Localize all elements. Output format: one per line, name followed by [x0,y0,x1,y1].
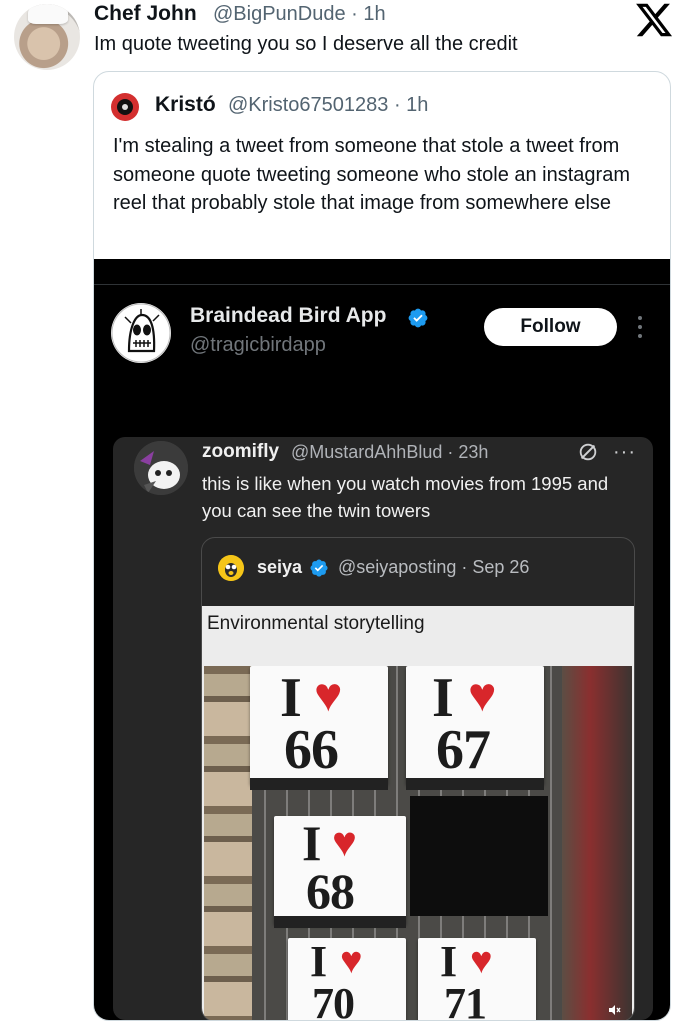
tweet-text: Im quote tweeting you so I deserve all t… [94,33,518,55]
photo-caption: Environmental storytelling [207,613,425,634]
quoted-author-name[interactable]: Kristó [155,93,216,117]
quoted-author-handle[interactable]: @Kristo67501283 · 1h [228,94,428,117]
greeting-card-66: I ♥ 66 [250,666,388,790]
verified-badge-icon [408,308,428,328]
verified-badge-icon [310,559,328,577]
author-name[interactable]: Chef John [94,2,197,26]
more-options-icon[interactable] [637,312,643,342]
embedded-tweet-screenshot: zoomifly @MustardAhhBlud · 23h ··· this … [113,437,653,1020]
greeting-card-68: I ♥ 68 [274,815,406,928]
avatar [218,555,244,581]
tweet-media-image[interactable]: Braindead Bird App @tragicbirdapp Follow… [94,259,670,1020]
account-name[interactable]: Braindead Bird App [190,304,386,328]
avatar [134,441,188,495]
chef-hat-graphic [28,4,68,24]
embedded-quote-author-name: seiya [257,557,303,577]
greeting-card-rack: I ♥ 66 I ♥ 67 I ♥ 68 I ♥ 70 I ♥ 71 [204,666,632,1020]
avatar[interactable] [14,4,80,70]
account-handle[interactable]: @tragicbirdapp [190,334,326,357]
quoted-tweet-card[interactable]: Kristó @Kristo67501283 · 1h I'm stealing… [93,71,671,1021]
x-logo-icon [636,3,673,37]
greeting-card-71: I ♥ 71 [418,937,536,1020]
quoted-tweet-text: I'm stealing a tweet from someone that s… [113,135,630,214]
embedded-quote-author-handle: @seiyaposting · Sep 26 [338,557,530,577]
author-handle[interactable]: @BigPunDude · 1h [213,3,386,26]
avatar[interactable] [111,303,171,363]
more-options-icon: ··· [613,441,636,463]
envelope [410,796,548,916]
embedded-author-handle: @MustardAhhBlud · 23h [291,442,489,462]
embedded-quote-card: seiya @seiyaposting · Sep 26 Environment… [201,537,635,1020]
follow-button[interactable]: Follow [484,308,617,346]
divider [94,284,670,285]
grok-icon [579,443,597,461]
store-display-photo: Environmental storytelling I ♥ 66 I ♥ 67… [202,606,634,1020]
mute-icon [609,1005,621,1015]
avatar[interactable] [111,93,139,121]
embedded-author-name: zoomifly [202,441,280,462]
greeting-card-67: I ♥ 67 [406,666,544,790]
greeting-card-70: I ♥ 70 [288,937,406,1020]
embedded-tweet-text: this is like when you watch movies from … [202,473,609,521]
